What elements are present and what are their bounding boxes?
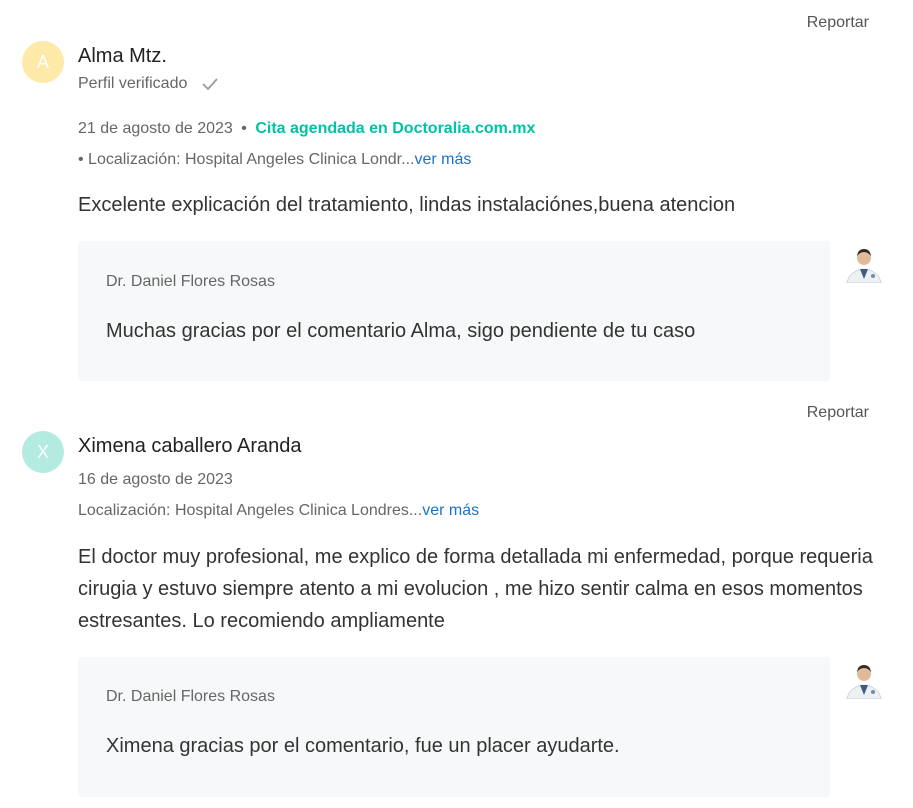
avatar: A — [22, 41, 64, 83]
doctor-reply: Dr. Daniel Flores Rosas Muchas gracias p… — [78, 241, 830, 381]
location-text: • Localización: Hospital Angeles Clinica… — [78, 151, 415, 168]
avatar: X — [22, 431, 64, 473]
review-date: 16 de agosto de 2023 — [78, 471, 233, 488]
see-more-link[interactable]: ver más — [414, 151, 471, 168]
verified-label: Perfil verificado — [78, 75, 188, 92]
reply-text: Ximena gracias por el comentario, fue un… — [106, 735, 620, 757]
reply-doctor-name: Dr. Daniel Flores Rosas — [106, 273, 275, 290]
review-text: Excelente explicación del tratamiento, l… — [78, 194, 736, 216]
review-location: • Localización: Hospital Angeles Clinica… — [78, 151, 471, 169]
review-text: El doctor muy profesional, me explico de… — [78, 546, 873, 632]
check-icon — [202, 78, 219, 91]
verified-badge: Perfil verificado — [78, 75, 219, 93]
reply-text: Muchas gracias por el comentario Alma, s… — [106, 320, 696, 342]
review-location: Localización: Hospital Angeles Clinica L… — [78, 502, 479, 520]
see-more-link[interactable]: ver más — [422, 502, 479, 519]
reply-doctor-name: Dr. Daniel Flores Rosas — [106, 688, 275, 705]
report-button[interactable]: Reportar — [807, 14, 869, 32]
location-text: Localización: Hospital Angeles Clinica L… — [78, 502, 423, 519]
reviewer-name: Alma Mtz. — [78, 45, 167, 67]
review-date: 21 de agosto de 2023 — [78, 120, 233, 137]
separator: • — [241, 120, 247, 137]
doctor-reply: Dr. Daniel Flores Rosas Ximena gracias p… — [78, 657, 830, 797]
review-meta: 21 de agosto de 2023 • Cita agendada en … — [78, 120, 535, 138]
booking-source: Cita agendada en Doctoralia.com.mx — [255, 120, 536, 137]
doctor-photo-icon — [843, 657, 885, 699]
report-button[interactable]: Reportar — [807, 404, 869, 422]
doctor-photo-icon — [843, 241, 885, 283]
reviewer-name: Ximena caballero Aranda — [78, 435, 302, 457]
